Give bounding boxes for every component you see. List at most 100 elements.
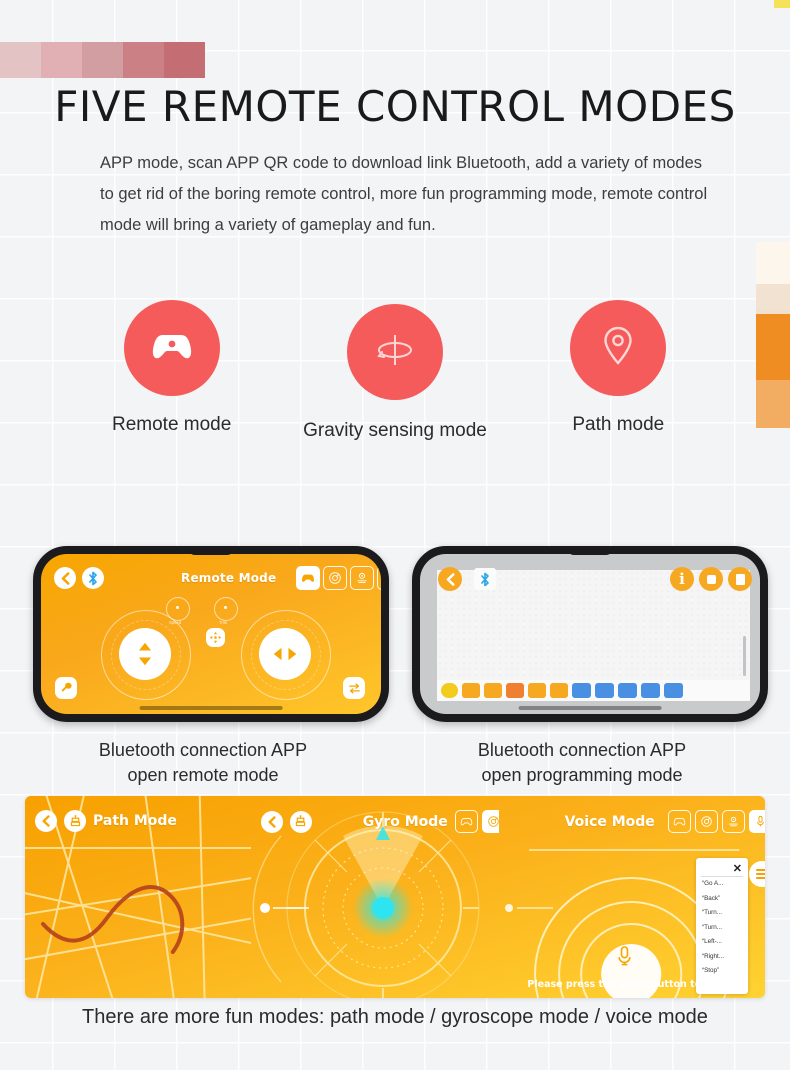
phone-home-indicator xyxy=(518,706,662,710)
move-right-block[interactable] xyxy=(641,683,660,699)
chip-gyroscope[interactable] xyxy=(323,566,347,590)
remote-screen-title: Remote Mode xyxy=(181,571,277,585)
robot-button[interactable] xyxy=(64,810,86,832)
top-bar-swatch-1 xyxy=(41,42,82,78)
voice-command-item[interactable]: “Back” xyxy=(702,895,744,902)
canvas-scrollbar[interactable] xyxy=(743,636,746,676)
voice-pane-header: Voice Mode xyxy=(565,810,765,833)
knob-right-dot xyxy=(224,606,227,609)
voice-command-item[interactable]: “Go A... xyxy=(702,880,744,887)
right-swatch-0 xyxy=(756,242,790,284)
robot-icon xyxy=(296,815,306,827)
mode-item-gravity: Gravity sensing mode xyxy=(283,300,506,442)
banner-pane-path: Path Mode xyxy=(25,796,251,998)
chip-gamepad[interactable] xyxy=(667,810,691,833)
gyroscope-icon xyxy=(701,816,712,827)
joystick-right-knob[interactable] xyxy=(259,628,311,680)
mode-disc-path xyxy=(570,300,667,396)
voice-command-item[interactable]: “Turn... xyxy=(702,909,744,916)
move-left-block[interactable] xyxy=(618,683,637,699)
voice-command-item[interactable]: “Stop” xyxy=(702,967,744,974)
gyroscope-icon xyxy=(372,330,418,375)
loop-block[interactable] xyxy=(462,683,480,699)
right-color-swatches xyxy=(756,242,790,428)
voice-command-panel: ✕ “Go A... “Back” “Turn... “Turn... “Left-..… xyxy=(695,858,748,994)
swap-arrows-icon xyxy=(348,682,360,694)
knob-right[interactable] xyxy=(214,597,238,621)
chip-path[interactable] xyxy=(350,566,374,590)
caption-line-2: open remote mode xyxy=(127,765,279,785)
mode-label-remote: Remote mode xyxy=(111,414,232,435)
chip-gamepad[interactable] xyxy=(296,566,320,590)
save-button[interactable] xyxy=(728,567,752,591)
chip-microphone[interactable] xyxy=(377,566,381,590)
knob-right-label: Trim xyxy=(219,620,228,625)
back-button[interactable] xyxy=(35,810,57,832)
gyro-pane-header: Gyro Mode xyxy=(260,810,499,833)
mode-disc-remote xyxy=(123,300,220,396)
rotate-block[interactable] xyxy=(664,683,683,699)
back-button[interactable] xyxy=(260,810,283,833)
stop-icon xyxy=(706,574,716,584)
microphone-icon xyxy=(618,946,631,966)
settings-tool-button[interactable] xyxy=(55,677,77,699)
gyro-mode-chips xyxy=(454,810,499,833)
voice-record-button[interactable] xyxy=(609,940,641,972)
chip-gamepad[interactable] xyxy=(454,810,478,833)
remote-mode-screen: Remote Mode Speed Trim xyxy=(41,554,381,714)
chip-gyroscope[interactable] xyxy=(694,810,718,833)
stop-block[interactable] xyxy=(506,683,524,699)
sound-block[interactable] xyxy=(550,683,568,699)
timer-block[interactable] xyxy=(528,683,546,699)
chip-microphone[interactable] xyxy=(748,810,765,833)
mode-disc-gravity xyxy=(346,304,443,400)
top-bar-swatch-2 xyxy=(82,42,123,78)
back-button[interactable] xyxy=(438,567,462,591)
voice-command-item[interactable]: “Left-... xyxy=(702,938,744,945)
top-bar-swatch-4 xyxy=(164,42,205,78)
right-swatch-1 xyxy=(756,284,790,310)
phone-mockup-programming: i xyxy=(412,546,768,722)
chip-path[interactable] xyxy=(721,810,745,833)
info-button[interactable]: i xyxy=(670,567,694,591)
gyroscope-icon xyxy=(488,816,499,827)
mode-item-path: Path mode xyxy=(507,300,730,442)
bluetooth-icon xyxy=(89,571,97,585)
center-dpad-button[interactable] xyxy=(206,628,225,647)
repeat-block[interactable] xyxy=(484,683,502,699)
move-down-block[interactable] xyxy=(595,683,614,699)
voice-command-item[interactable]: “Turn... xyxy=(702,924,744,931)
block-palette[interactable] xyxy=(437,680,750,702)
phone-home-indicator xyxy=(139,706,283,710)
bluetooth-button[interactable] xyxy=(82,567,104,589)
wrench-icon xyxy=(61,682,72,692)
start-flag-block[interactable] xyxy=(441,683,458,699)
stop-button[interactable] xyxy=(699,567,723,591)
back-button[interactable] xyxy=(54,567,76,589)
banner-pane-gyro: Gyro Mode xyxy=(251,796,499,998)
right-swatch-3 xyxy=(756,314,790,380)
programming-mode-screen: i xyxy=(420,554,760,714)
joystick-left-knob[interactable] xyxy=(119,628,171,680)
caption-remote-phone: Bluetooth connection APP open remote mod… xyxy=(33,738,373,788)
close-icon[interactable]: ✕ xyxy=(733,862,742,875)
page-lead-paragraph: APP mode, scan APP QR code to download l… xyxy=(100,154,708,234)
up-down-arrow-icon xyxy=(138,642,152,666)
top-left-color-bar xyxy=(0,42,205,78)
robot-button[interactable] xyxy=(289,810,312,833)
swap-control-button[interactable] xyxy=(343,677,365,699)
mode-icon-row: Remote mode Gravity sensing mode Path mo… xyxy=(60,300,730,442)
voice-command-list[interactable]: “Go A... “Back” “Turn... “Turn... “Left-... “… xyxy=(702,880,744,982)
page-title: FIVE REMOTE CONTROL MODES xyxy=(54,82,736,131)
chevron-left-icon xyxy=(268,815,276,828)
bluetooth-button[interactable] xyxy=(474,568,496,590)
gamepad-icon xyxy=(150,330,194,367)
left-right-arrow-icon xyxy=(273,647,297,661)
voice-mode-chips xyxy=(667,810,765,833)
chip-gyroscope[interactable] xyxy=(481,810,499,833)
move-up-block[interactable] xyxy=(572,683,591,699)
caption-line-1: Bluetooth connection APP xyxy=(98,740,308,760)
knob-left-dot xyxy=(176,606,179,609)
voice-command-item[interactable]: “Right... xyxy=(702,953,744,960)
microphone-icon xyxy=(756,815,764,827)
